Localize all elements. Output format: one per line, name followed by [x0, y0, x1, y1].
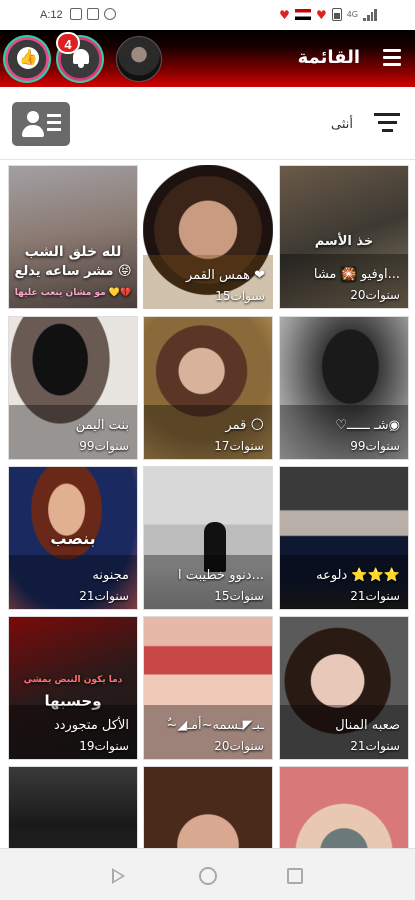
profile-card[interactable]: قمر 🌕 17سنوات	[143, 316, 273, 460]
profile-card[interactable]: ♡شـ ــــــ◉ِ 99سنوات	[279, 316, 409, 460]
line-detail	[47, 121, 61, 124]
status-left-icons	[70, 8, 116, 20]
sim-icon	[87, 8, 99, 20]
profile-photo	[144, 767, 272, 848]
heart-icon: ♥	[315, 7, 327, 22]
recent-apps-icon[interactable]	[287, 868, 303, 884]
profile-card[interactable]: دنوو خطيبت ا... 15سنوات	[143, 466, 273, 610]
profile-card[interactable]: همس القمر ❤ 15سنوات	[143, 165, 273, 309]
profile-name: اوفيو 🎇 مشا...	[313, 267, 400, 282]
person-icon	[27, 111, 39, 123]
profile-age: 20سنوات	[214, 739, 264, 753]
notification-badge: 4	[56, 32, 80, 54]
profile-age: 21سنوات	[350, 739, 400, 753]
status-time: A:12	[40, 9, 63, 21]
profile-age: 17سنوات	[214, 439, 264, 453]
gallery-icon	[70, 8, 82, 20]
profile-name: همس القمر ❤	[186, 268, 265, 283]
contact-card-button[interactable]	[12, 102, 70, 146]
settings-icon	[104, 8, 116, 20]
profile-card[interactable]: بنصب مجنونه 21سنوات	[8, 466, 138, 610]
profile-photo	[280, 767, 408, 848]
signal-icon	[363, 8, 377, 21]
profile-age: 99سنوات	[79, 439, 129, 453]
profile-age: 20سنوات	[350, 288, 400, 302]
photo-text: مشر ساعه يدلع 😝	[14, 264, 132, 279]
profile-name: دنوو خطيبت ا...	[178, 568, 264, 583]
profile-card[interactable]	[279, 766, 409, 848]
profile-card[interactable]: ~ٌ◢ـبـ◤ـسمه~أمـ 20سنوات	[143, 616, 273, 760]
network-label: 4G	[346, 10, 358, 19]
line-detail	[47, 114, 61, 117]
profile-card[interactable]: لله خلق الشب مشر ساعه يدلع 😝 مو مشان ينع…	[8, 165, 138, 309]
photo-text: لله خلق الشب	[24, 244, 122, 260]
page-title: القائمة	[297, 47, 360, 68]
profile-name: ~ٌ◢ـبـ◤ـسمه~أمـ	[166, 718, 264, 733]
profile-card[interactable]: دلوعه ⭐⭐⭐ 21سنوات	[279, 466, 409, 610]
heart-icon: ♥	[279, 7, 290, 22]
profile-card[interactable]	[143, 766, 273, 848]
photo-text: مو مشان ينعب عليها 💛💔	[14, 288, 132, 298]
person-body	[22, 125, 44, 137]
profile-age: 15سنوات	[214, 589, 264, 603]
line-detail	[47, 128, 61, 131]
profile-name: دلوعه ⭐⭐⭐	[316, 568, 400, 583]
profile-photo	[9, 166, 137, 308]
likes-button[interactable]	[3, 35, 51, 83]
profile-age: 99سنوات	[350, 439, 400, 453]
status-right-icons: ♥ ♥ 4G	[279, 8, 377, 21]
profile-age: 19سنوات	[79, 739, 129, 753]
profile-name: ♡شـ ــــــ◉ِ	[335, 418, 400, 433]
profiles-grid: خذ الأسم اوفيو 🎇 مشا... 20سنوات همس القم…	[0, 160, 415, 848]
home-icon[interactable]	[199, 867, 217, 885]
profile-card[interactable]: دما يكون النبض يمشي وحسبها الأكل متجوردد…	[8, 616, 138, 760]
status-bar: A:12 ♥ ♥ 4G	[0, 0, 415, 30]
thumbs-up-icon	[17, 47, 39, 69]
profile-avatar[interactable]	[116, 36, 162, 82]
filter-icon[interactable]	[374, 113, 400, 133]
profile-name: صعبه المنال	[335, 718, 400, 733]
menu-icon[interactable]	[383, 49, 401, 67]
app-header: 4 القائمة	[0, 30, 415, 87]
profile-card[interactable]: صعبه المنال 21سنوات	[279, 616, 409, 760]
profile-photo	[9, 767, 137, 848]
photo-text: بنصب	[50, 529, 96, 548]
profile-card[interactable]	[8, 766, 138, 848]
filter-toolbar: أنثى	[0, 87, 415, 160]
profile-age: 21سنوات	[79, 589, 129, 603]
profile-card[interactable]: بنت اليمن 99سنوات	[8, 316, 138, 460]
profile-age: 21سنوات	[350, 589, 400, 603]
photo-text: دما يكون النبض يمشي	[23, 675, 123, 685]
photo-text: خذ الأسم	[314, 234, 374, 249]
back-icon[interactable]	[112, 868, 125, 884]
gender-filter-label[interactable]: أنثى	[331, 117, 353, 132]
profile-name: الأكل متجوردد	[53, 718, 129, 733]
profile-card[interactable]: خذ الأسم اوفيو 🎇 مشا... 20سنوات	[279, 165, 409, 309]
profile-name: قمر 🌕	[225, 418, 264, 433]
profile-name: بنت اليمن	[75, 418, 129, 433]
system-nav-bar	[0, 848, 415, 900]
battery-icon	[331, 8, 342, 21]
profile-name: مجنونه	[92, 568, 129, 583]
flag-icon	[294, 9, 311, 20]
profile-age: 15سنوات	[215, 289, 265, 303]
